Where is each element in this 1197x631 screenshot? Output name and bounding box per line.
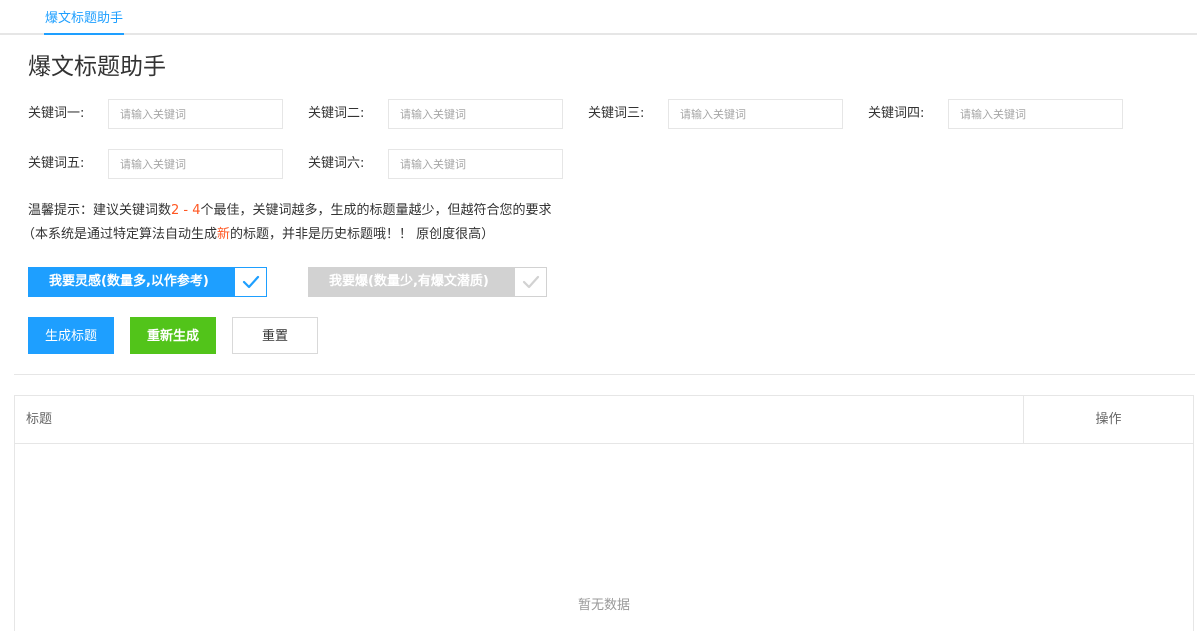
keyword-1-label: 关键词一:	[28, 106, 85, 121]
tip-line-2-suffix: 的标题，并非是历史标题哦！！ 原创度很高）	[230, 227, 495, 242]
keyword-3-label: 关键词三:	[588, 106, 645, 121]
empty-state-text: 暂无数据	[577, 598, 630, 613]
tip-keyword-range: 2 - 4	[171, 203, 201, 218]
keyword-1-input[interactable]	[108, 99, 283, 129]
column-header-action: 操作	[1095, 412, 1122, 427]
keyword-5-label: 关键词五:	[28, 156, 85, 171]
page-title: 爆文标题助手	[28, 54, 166, 80]
table-header: 标题 操作	[15, 396, 1193, 444]
tip-new-highlight: 新	[217, 227, 231, 242]
keyword-2-label: 关键词二:	[308, 106, 365, 121]
keyword-6-label: 关键词六:	[308, 156, 365, 171]
keyword-2-input[interactable]	[388, 99, 563, 129]
column-header-title: 标题	[26, 412, 53, 427]
mode-viral-checkbox[interactable]: 我要爆(数量少,有爆文潜质)	[308, 267, 547, 297]
mode-inspire-label: 我要灵感(数量多,以作参考)	[29, 268, 235, 296]
keyword-5-input[interactable]	[108, 149, 283, 179]
keyword-3-input[interactable]	[668, 99, 843, 129]
reset-button[interactable]: 重置	[232, 317, 318, 354]
generate-title-button[interactable]: 生成标题	[28, 317, 114, 354]
results-table: 标题 操作 暂无数据	[14, 395, 1194, 631]
regenerate-button[interactable]: 重新生成	[130, 317, 216, 354]
mode-viral-label: 我要爆(数量少,有爆文潜质)	[309, 268, 515, 296]
check-icon	[515, 268, 546, 296]
tip-line-1: 温馨提示：建议关键词数2 - 4个最佳，关键词越多，生成的标题量越少，但越符合您…	[28, 201, 552, 221]
tip-line-2-prefix: （本系统是通过特定算法自动生成	[22, 227, 218, 242]
tip-line-1-prefix: 温馨提示：建议关键词数	[28, 203, 172, 218]
tip-line-1-suffix: 个最佳，关键词越多，生成的标题量越少，但越符合您的要求	[200, 203, 552, 218]
tip-line-2: （本系统是通过特定算法自动生成新的标题，并非是历史标题哦！！ 原创度很高）	[22, 225, 494, 245]
keyword-6-input[interactable]	[388, 149, 563, 179]
divider	[14, 374, 1195, 375]
mode-inspire-checkbox[interactable]: 我要灵感(数量多,以作参考)	[28, 267, 267, 297]
keyword-4-input[interactable]	[948, 99, 1123, 129]
tab-bar: 爆文标题助手	[0, 0, 1197, 35]
check-icon	[235, 268, 266, 296]
tab-title-assistant[interactable]: 爆文标题助手	[44, 10, 125, 35]
keyword-4-label: 关键词四:	[868, 106, 925, 121]
